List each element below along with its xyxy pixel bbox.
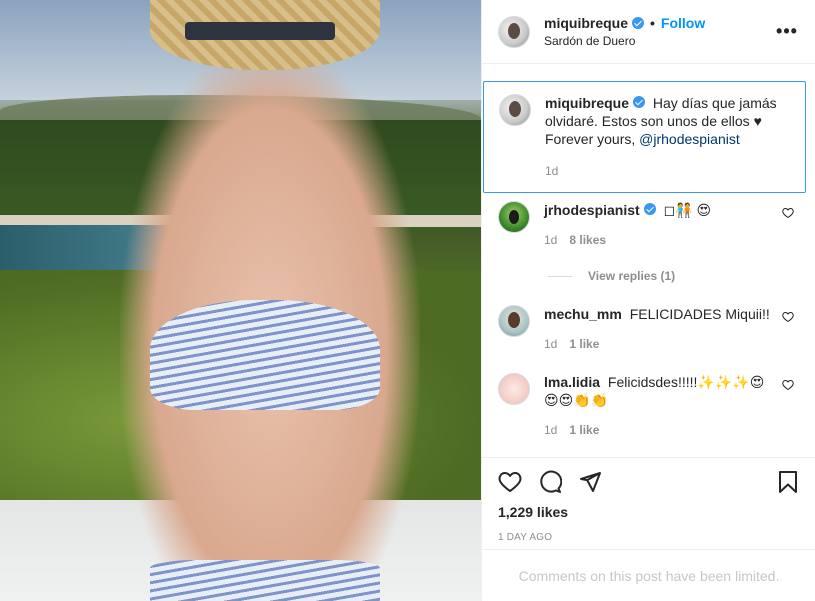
comment-avatar[interactable] (498, 305, 530, 337)
author-avatar[interactable] (498, 15, 530, 48)
view-replies-button[interactable]: View replies (1) (548, 269, 815, 283)
post-timestamp[interactable]: 1 DAY AGO (498, 532, 800, 543)
author-info: miquibreque • Follow Sardón de Duero (544, 15, 775, 48)
verified-icon (633, 96, 646, 108)
comments-list[interactable]: miquibreque Hay días que jamás olvidaré.… (482, 81, 815, 457)
comment-text: FELICIDADES Miquii!! (629, 306, 770, 322)
post-actions: 1,229 likes 1 DAY AGO (482, 457, 815, 543)
photo-bikini-top (150, 300, 380, 410)
verified-icon (643, 203, 656, 215)
replies-divider (548, 275, 572, 277)
post-location[interactable]: Sardón de Duero (544, 34, 775, 48)
comment-text: ◻🧑‍🤝‍🧑 😍 (663, 202, 712, 218)
action-icons (498, 458, 800, 506)
comment-like-heart-icon[interactable] (776, 201, 800, 249)
comment-avatar[interactable] (498, 201, 530, 233)
comment-item: mechu_mm FELICIDADES Miquii!! 1d 1 like (482, 305, 815, 353)
comment-likes[interactable]: 1 like (569, 335, 599, 353)
photo-hatband (185, 22, 335, 40)
comment-likes[interactable]: 8 likes (569, 231, 606, 249)
heart-icon[interactable] (498, 462, 538, 502)
photo-bikini-bottom (150, 560, 380, 601)
comment-username[interactable]: lma.lidia (544, 374, 600, 390)
caption-avatar[interactable] (499, 94, 531, 126)
comments-limited-notice: Comments on this post have been limited. (482, 549, 815, 601)
post-sidebar: miquibreque • Follow Sardón de Duero •••… (481, 0, 815, 601)
verified-icon (632, 17, 645, 29)
follow-button[interactable]: Follow (661, 15, 705, 31)
comment-avatar[interactable] (498, 373, 530, 405)
comment-like-heart-icon[interactable] (776, 373, 800, 439)
caption-comment: miquibreque Hay días que jamás olvidaré.… (483, 81, 806, 193)
comment-icon[interactable] (538, 462, 578, 502)
comment-time[interactable]: 1d (544, 421, 557, 439)
view-replies-label: View replies (1) (588, 269, 676, 283)
caption-username[interactable]: miquibreque (545, 95, 629, 111)
post-header: miquibreque • Follow Sardón de Duero ••• (482, 0, 815, 64)
comment-likes[interactable]: 1 like (569, 421, 599, 439)
comment-username[interactable]: mechu_mm (544, 306, 622, 322)
comment-username[interactable]: jrhodespianist (544, 202, 640, 218)
comment-time[interactable]: 1d (544, 335, 557, 353)
caption-time[interactable]: 1d (545, 162, 558, 180)
bookmark-icon[interactable] (760, 462, 800, 502)
likes-count[interactable]: 1,229 likes (498, 504, 800, 520)
comment-item: jrhodespianist ◻🧑‍🤝‍🧑 😍 1d 8 likes (482, 201, 815, 249)
comment-like-heart-icon[interactable] (776, 305, 800, 353)
post-photo[interactable] (0, 0, 481, 601)
share-icon[interactable] (578, 462, 618, 502)
author-username[interactable]: miquibreque (544, 15, 628, 31)
separator-dot: • (650, 15, 655, 31)
comment-time[interactable]: 1d (544, 231, 557, 249)
caption-mention[interactable]: @jrhodespianist (639, 131, 740, 147)
comment-item: lma.lidia Felicidsdes!!!!!✨✨✨😍 😍😍👏👏 1d 1… (482, 373, 815, 439)
more-icon[interactable]: ••• (775, 21, 799, 42)
instagram-post: miquibreque • Follow Sardón de Duero •••… (0, 0, 815, 601)
